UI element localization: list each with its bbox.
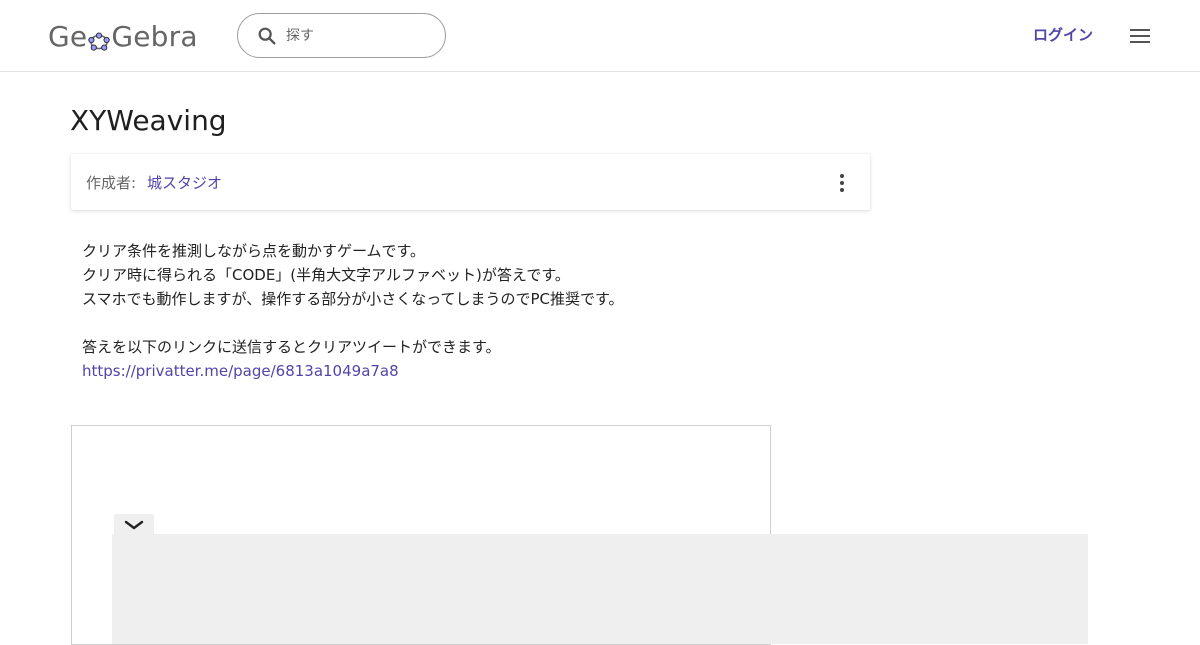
flower-icon <box>88 27 111 51</box>
toggle-panel-button[interactable] <box>114 514 154 536</box>
chevron-down-icon <box>124 520 144 530</box>
search-input[interactable] <box>286 24 436 48</box>
applet-canvas[interactable] <box>112 534 1088 644</box>
logo-text-start: Ge <box>48 19 88 53</box>
hamburger-menu-icon <box>1130 29 1150 43</box>
description-blank-line <box>82 311 842 335</box>
author-label: 作成者: <box>86 174 137 192</box>
author-link[interactable]: 城スタジオ <box>147 172 222 193</box>
privatter-link[interactable]: https://privatter.me/page/6813a1049a7a8 <box>82 362 399 380</box>
page-title: XYWeaving <box>70 104 227 137</box>
description-line: クリア時に得られる「CODE」(半角大文字アルファベット)が答えです。 <box>82 266 570 284</box>
description-line: スマホでも動作しますが、操作する部分が小さくなってしまうのでPC推奨です。 <box>82 290 624 308</box>
more-vert-icon <box>840 174 844 192</box>
top-header: Ge Gebra ログイン <box>0 0 1200 72</box>
main-menu-button[interactable] <box>1128 24 1152 48</box>
more-options-button[interactable] <box>833 172 851 194</box>
description-line: 答えを以下のリンクに送信するとクリアツイートができます。 <box>82 338 501 356</box>
login-link[interactable]: ログイン <box>1033 24 1093 46</box>
logo-text-end: Gebra <box>111 19 198 53</box>
author-card: 作成者: 城スタジオ <box>71 154 870 210</box>
description-line: クリア条件を推測しながら点を動かすゲームです。 <box>82 242 426 260</box>
geogebra-logo[interactable]: Ge Gebra <box>48 19 198 53</box>
material-description: クリア条件を推測しながら点を動かすゲームです。 クリア時に得られる「CODE」(… <box>82 239 842 383</box>
search-icon <box>258 27 276 45</box>
search-box[interactable] <box>237 13 446 58</box>
